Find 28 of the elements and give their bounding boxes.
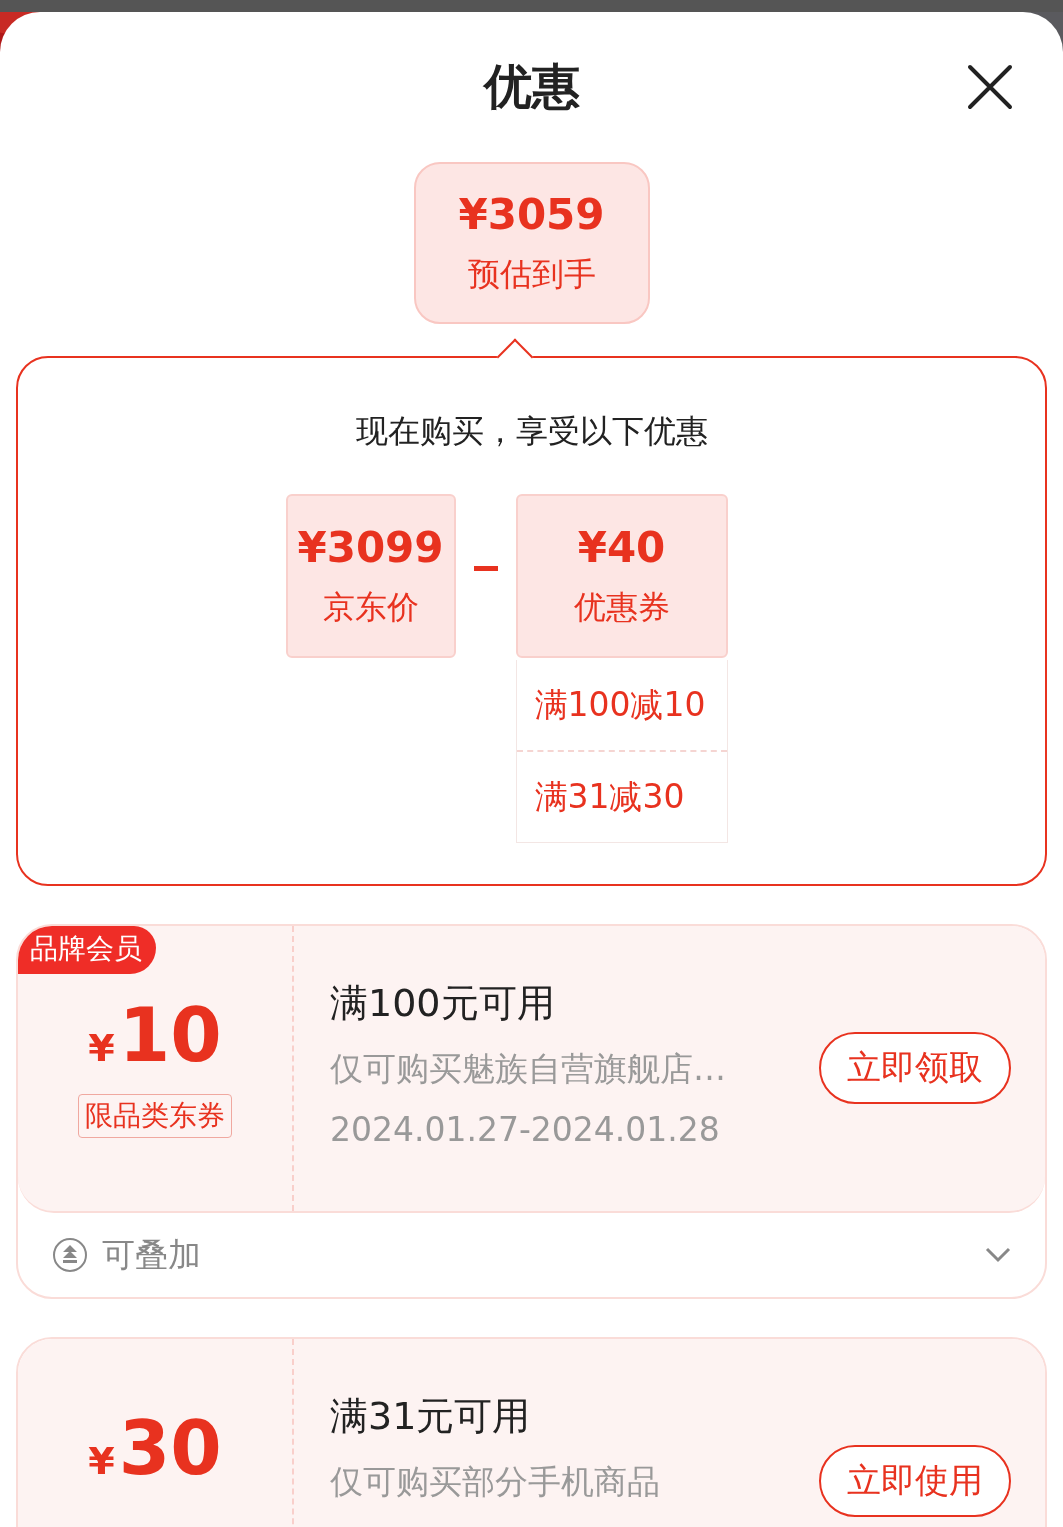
- discount-rule: 满31减30: [516, 750, 727, 842]
- coupon-amount: 10: [118, 998, 222, 1072]
- discount-label: 优惠券: [573, 586, 670, 628]
- coupon-scope: 仅可购买部分手机商品: [330, 1461, 661, 1503]
- discount-rule: 满100减10: [533, 683, 707, 726]
- breakdown-heading: 现在购买，享受以下优惠: [355, 411, 708, 452]
- chevron-down-icon[interactable]: [985, 1247, 1011, 1263]
- stack-icon: [52, 1237, 88, 1273]
- coupon-condition: 满31元可用: [330, 1393, 532, 1440]
- price-label: 京东价: [322, 586, 419, 628]
- discount-amount: ¥40: [577, 522, 666, 572]
- coupon-tag: 限品类东券: [78, 1094, 232, 1138]
- close-icon[interactable]: [967, 64, 1013, 110]
- claim-button[interactable]: 立即使用: [819, 1445, 1011, 1517]
- coupon-condition: 满100元可用: [330, 980, 556, 1027]
- claim-button[interactable]: 立即领取: [819, 1032, 1011, 1104]
- currency-symbol: ¥: [88, 1439, 115, 1483]
- coupon-validity: 2024.01.27-2024.01.28: [330, 1110, 721, 1149]
- member-badge: 品牌会员: [18, 926, 156, 974]
- estimate-label: 预估到手: [467, 253, 596, 295]
- minus-icon: [473, 566, 498, 571]
- currency-symbol: ¥: [88, 1026, 115, 1070]
- sheet-title: 优惠: [483, 57, 580, 116]
- coupon-scope: 仅可购买魅族自营旗舰店…: [330, 1048, 727, 1090]
- stackable-label: 可叠加: [102, 1233, 202, 1276]
- coupon-amount: 30: [118, 1411, 222, 1485]
- estimated-price: ¥3059: [458, 189, 605, 239]
- price-amount: ¥3099: [297, 522, 444, 572]
